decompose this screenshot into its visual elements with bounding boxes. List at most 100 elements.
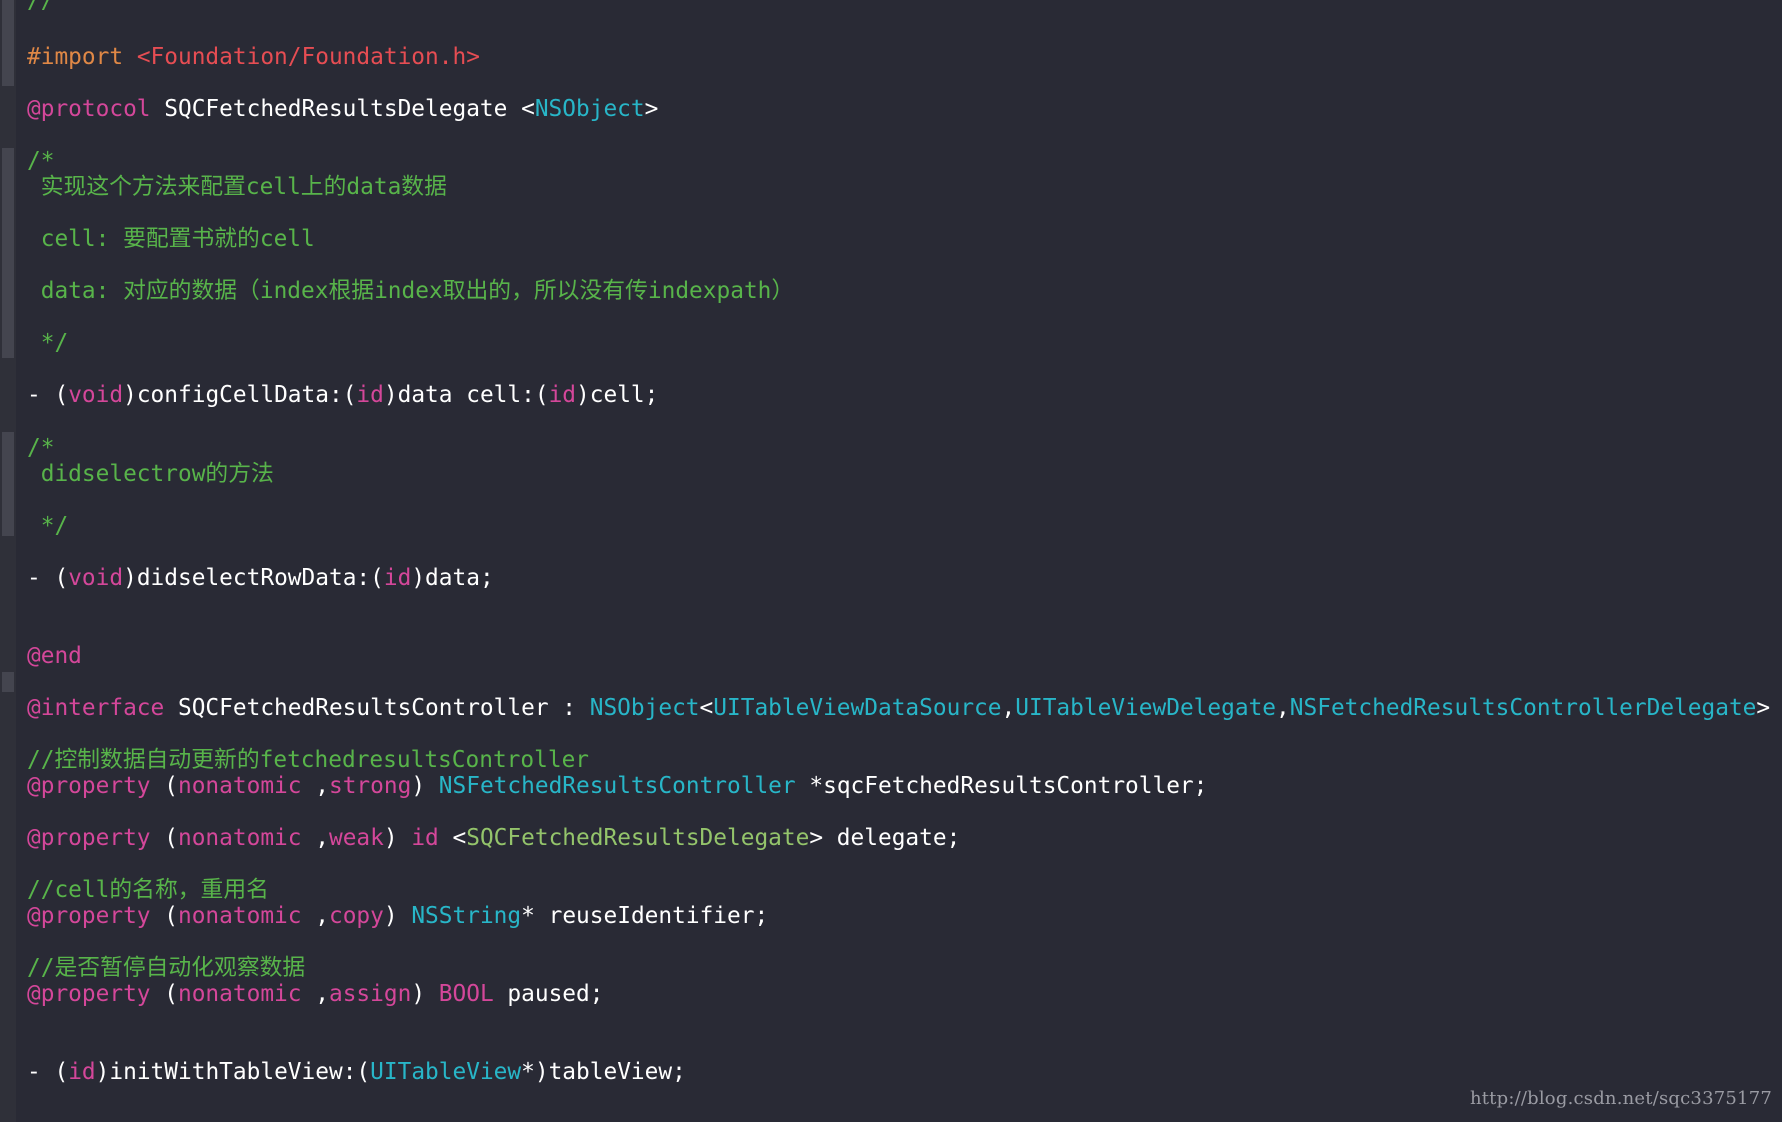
code-token: > delegate; (809, 825, 961, 851)
code-token: @property (27, 981, 151, 1007)
code-token: * reuseIdentifier; (521, 903, 769, 929)
code-line[interactable]: */ (27, 511, 68, 541)
code-token: ( (150, 981, 178, 1007)
code-token: // (27, 0, 55, 14)
code-token: , (301, 773, 329, 799)
code-token: UITableViewDataSource (713, 695, 1002, 721)
code-line[interactable]: @interface SQCFetchedResultsController :… (27, 693, 1770, 723)
code-token: 实现这个方法来配置cell上的data数据 (27, 174, 447, 200)
code-editor[interactable]: // #import <Foundation/Foundation.h> @prot… (0, 0, 1782, 1122)
fold-marker[interactable] (2, 148, 14, 358)
code-token: /* (27, 435, 55, 461)
code-token: weak (328, 825, 384, 851)
code-token: SQCFetchedResultsController : (164, 695, 590, 721)
code-token: //控制数据自动更新的fetchedresultsController (27, 747, 590, 773)
code-line[interactable]: @property (nonatomic ,weak) id <SQCFetch… (27, 823, 960, 853)
code-token: void (68, 382, 124, 408)
code-token: nonatomic (177, 903, 302, 929)
code-token: NSObject (534, 96, 645, 122)
fold-marker[interactable] (2, 672, 14, 692)
code-token: strong (328, 773, 412, 799)
code-line[interactable]: @property (nonatomic ,copy) NSString* re… (27, 901, 768, 931)
code-token: NSFetchedResultsController (438, 773, 796, 799)
fold-marker[interactable] (2, 0, 14, 86)
code-token: assign (328, 981, 412, 1007)
code-token: ) (411, 773, 439, 799)
code-token: UITableView (370, 1059, 522, 1085)
code-token: UITableViewDelegate (1015, 695, 1277, 721)
code-token: */ (27, 513, 69, 539)
code-token: > (1756, 695, 1771, 721)
code-line[interactable]: @protocol SQCFetchedResultsDelegate <NSO… (27, 94, 658, 124)
code-token: - ( (27, 1059, 69, 1085)
code-token: )initWithTableView:( (95, 1059, 371, 1085)
code-token: @interface (27, 695, 165, 721)
code-token: didselectrow的方法 (27, 461, 274, 487)
code-token: , (1276, 695, 1290, 721)
code-token: @property (27, 773, 151, 799)
code-token: < (438, 825, 467, 851)
code-token: NSFetchedResultsControllerDelegate (1289, 695, 1757, 721)
code-token: @property (27, 825, 151, 851)
code-token: //cell的名称，重用名 (27, 877, 269, 903)
code-token: ) (411, 981, 439, 1007)
code-line[interactable]: // (27, 0, 54, 16)
code-token: nonatomic (177, 981, 302, 1007)
code-token: ) (383, 825, 412, 851)
code-token: NSString (411, 903, 522, 929)
code-line[interactable]: data: 对应的数据（index根据index取出的，所以没有传indexpa… (27, 276, 794, 306)
code-token: paused; (493, 981, 604, 1007)
code-line[interactable]: - (void)didselectRowData:(id)data; (27, 563, 494, 593)
code-line[interactable]: 实现这个方法来配置cell上的data数据 (27, 172, 447, 202)
code-token: )cell; (576, 382, 659, 408)
code-token: #import (27, 44, 137, 70)
code-token: ( (150, 903, 178, 929)
code-token: nonatomic (177, 773, 302, 799)
code-token: )configCellData:( (123, 382, 357, 408)
code-line[interactable]: */ (27, 328, 68, 358)
code-token: data: 对应的数据（index根据index取出的，所以没有传indexpa… (27, 278, 795, 304)
fold-marker[interactable] (2, 432, 14, 536)
code-line[interactable]: @end (27, 641, 82, 671)
code-token: )data cell:( (383, 382, 549, 408)
code-token: )data; (411, 565, 494, 591)
code-token: )didselectRowData:( (123, 565, 384, 591)
code-token: SQCFetchedResultsDelegate (466, 825, 810, 851)
code-token: id (548, 382, 577, 408)
code-token: id (356, 382, 384, 408)
code-line[interactable]: - (id)initWithTableView:(UITableView*)ta… (27, 1057, 686, 1087)
code-token: void (68, 565, 124, 591)
code-line[interactable]: #import <Foundation/Foundation.h> (27, 42, 480, 72)
code-token: , (301, 825, 329, 851)
code-token: - ( (27, 565, 69, 591)
code-token: @property (27, 903, 151, 929)
code-token: /* (27, 148, 55, 174)
code-line[interactable]: - (void)configCellData:(id)data cell:(id… (27, 380, 658, 410)
code-token: NSObject (589, 695, 700, 721)
code-token: <Foundation/Foundation.h> (136, 44, 480, 70)
code-token: ( (150, 773, 178, 799)
code-token: < (699, 695, 714, 721)
code-token: //是否暂停自动化观察数据 (27, 955, 306, 981)
code-token: - ( (27, 382, 69, 408)
gutter (0, 0, 16, 1122)
code-line[interactable]: cell: 要配置书就的cell (27, 224, 315, 254)
code-token: , (301, 903, 329, 929)
code-token: @end (27, 643, 82, 669)
code-token: SQCFetchedResultsDelegate < (150, 96, 535, 122)
code-line[interactable]: didselectrow的方法 (27, 459, 274, 489)
code-token: @protocol (27, 96, 151, 122)
code-token: , (301, 981, 329, 1007)
code-token: nonatomic (177, 825, 302, 851)
code-token: BOOL (438, 981, 494, 1007)
code-token: cell: 要配置书就的cell (27, 226, 315, 252)
code-line[interactable]: @property (nonatomic ,strong) NSFetchedR… (27, 771, 1207, 801)
code-token: copy (328, 903, 384, 929)
code-token: *)tableView; (521, 1059, 686, 1085)
code-token: id (68, 1059, 96, 1085)
watermark: http://blog.csdn.net/sqc3375177 (1469, 1088, 1772, 1109)
code-token: *sqcFetchedResultsController; (795, 773, 1208, 799)
code-line[interactable]: @property (nonatomic ,assign) BOOL pause… (27, 979, 604, 1009)
code-token: ( (150, 825, 178, 851)
code-token: id (383, 565, 412, 591)
